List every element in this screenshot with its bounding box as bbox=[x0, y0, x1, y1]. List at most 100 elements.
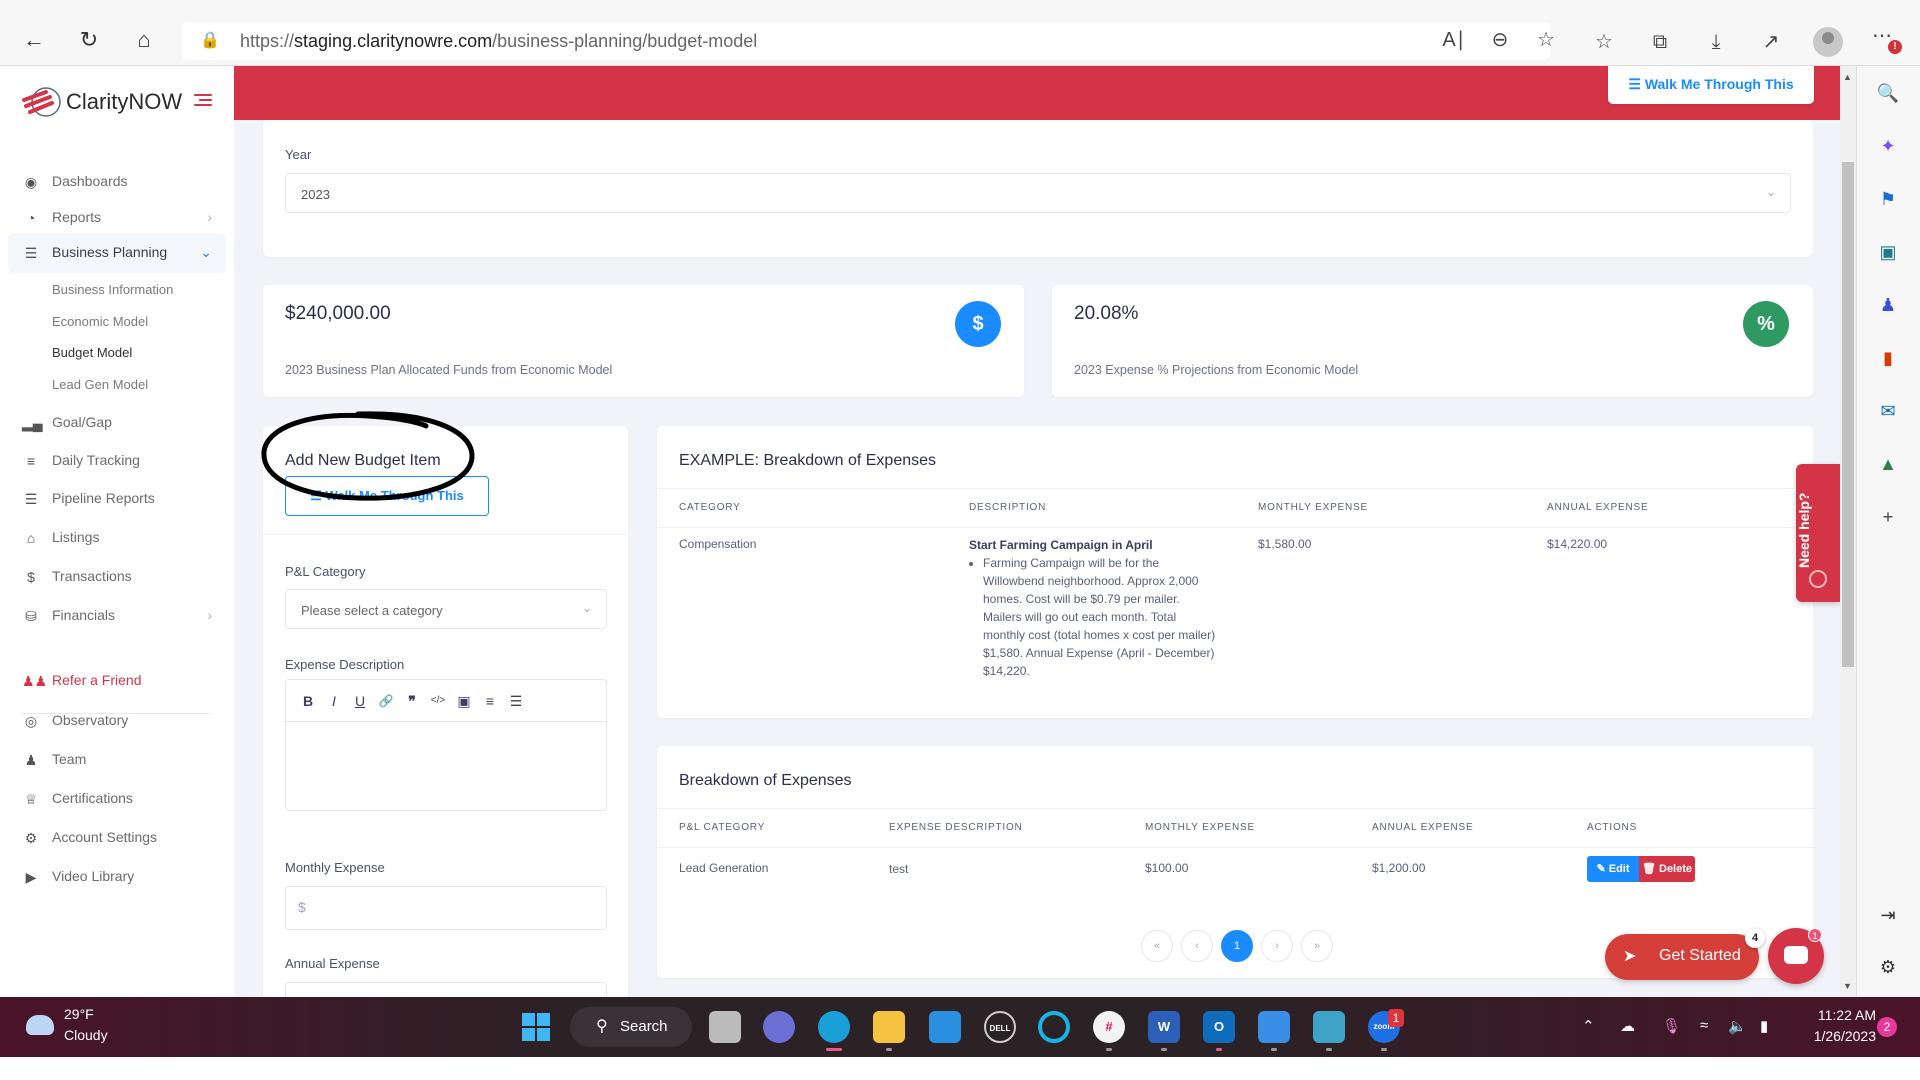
menu-toggle-icon[interactable] bbox=[194, 94, 212, 108]
sidebar-subitem-lead-gen-model[interactable]: Lead Gen Model bbox=[52, 377, 148, 392]
sidebar-subitem-economic-model[interactable]: Economic Model bbox=[52, 314, 148, 329]
sidebar-item-pipeline-reports[interactable]: ☰ Pipeline Reports bbox=[8, 479, 226, 519]
page-1-button[interactable]: 1 bbox=[1221, 930, 1253, 962]
link-icon[interactable]: 🔗 bbox=[376, 692, 396, 710]
sidebar-item-business-planning[interactable]: ☰ Business Planning ⌄ bbox=[8, 233, 226, 273]
share-icon[interactable]: ↗ bbox=[1757, 28, 1785, 56]
profile-icon[interactable] bbox=[1813, 27, 1843, 57]
zoom-out-icon[interactable]: ⊖ bbox=[1486, 26, 1514, 54]
weather-condition[interactable]: Cloudy bbox=[64, 1027, 108, 1043]
scroll-up-icon[interactable]: ▲ bbox=[1843, 72, 1852, 82]
chevron-up-icon[interactable]: ⌃ bbox=[1582, 1017, 1595, 1035]
sidebar-item-reports[interactable]: ◔ Reports › bbox=[8, 198, 226, 238]
get-started-button[interactable]: ➤ Get Started 4 bbox=[1605, 928, 1765, 980]
first-page-button[interactable]: « bbox=[1141, 930, 1173, 962]
outlook-icon[interactable]: ✉ bbox=[1875, 398, 1901, 424]
sidebar-item-refer-a-friend[interactable]: ♟♟ Refer a Friend bbox=[8, 661, 226, 701]
downloads-icon[interactable]: ⤓ bbox=[1702, 28, 1730, 56]
shopping-tag-icon[interactable]: ⚑ bbox=[1875, 186, 1901, 212]
read-aloud-icon[interactable]: A∣ bbox=[1440, 26, 1468, 54]
sidebar-item-video-library[interactable]: ▶ Video Library bbox=[8, 857, 226, 897]
taskbar-search[interactable]: ⚲ Search bbox=[570, 1007, 692, 1047]
clock-date[interactable]: 1/26/2023 bbox=[1796, 1028, 1876, 1044]
office-icon[interactable]: ▮ bbox=[1875, 345, 1901, 371]
image-icon[interactable]: ▣ bbox=[454, 692, 474, 710]
tree-icon[interactable]: ▲ bbox=[1875, 451, 1901, 477]
scrollbar-thumb[interactable] bbox=[1842, 162, 1854, 667]
games-icon[interactable]: ♟ bbox=[1875, 292, 1901, 318]
volume-icon[interactable]: 🔈 bbox=[1728, 1017, 1747, 1035]
walk-me-through-button[interactable]: ☰ Walk Me Through This bbox=[285, 476, 489, 516]
chat-button[interactable]: 1 bbox=[1768, 928, 1824, 984]
refresh-icon[interactable]: ↻ bbox=[73, 24, 105, 56]
next-page-button[interactable]: › bbox=[1261, 930, 1293, 962]
edit-button[interactable]: ✎ Edit bbox=[1587, 856, 1639, 882]
cortana-icon[interactable] bbox=[1038, 1011, 1070, 1043]
outlook-icon[interactable]: O bbox=[1203, 1011, 1235, 1043]
slack-icon[interactable]: # bbox=[1093, 1011, 1125, 1043]
tools-icon[interactable]: ▣ bbox=[1875, 239, 1901, 265]
page-scrollbar[interactable]: ▲ ▼ bbox=[1840, 66, 1856, 997]
teams-chat-icon[interactable] bbox=[763, 1011, 795, 1043]
sidebar-subitem-business-information[interactable]: Business Information bbox=[52, 282, 173, 297]
sidebar-item-observatory[interactable]: ◎ Observatory bbox=[8, 701, 226, 741]
wifi-icon[interactable]: ≈ bbox=[1700, 1017, 1708, 1034]
sidebar-item-financials[interactable]: ⛁ Financials › bbox=[8, 596, 226, 636]
last-page-button[interactable]: » bbox=[1301, 930, 1333, 962]
walk-me-through-button[interactable]: ☰ Walk Me Through This bbox=[1608, 66, 1814, 104]
notepad-icon[interactable] bbox=[1313, 1011, 1345, 1043]
notification-badge[interactable]: 2 bbox=[1877, 1017, 1897, 1037]
home-icon[interactable]: ⌂ bbox=[128, 24, 160, 56]
clock-time[interactable]: 11:22 AM bbox=[1806, 1007, 1876, 1023]
battery-icon[interactable]: ▮ bbox=[1760, 1017, 1768, 1035]
dell-icon[interactable]: DELL bbox=[984, 1011, 1016, 1043]
sidebar-subitem-budget-model[interactable]: Budget Model bbox=[52, 345, 132, 360]
weather-temperature[interactable]: 29°F bbox=[64, 1006, 94, 1022]
task-view-icon[interactable] bbox=[709, 1011, 741, 1043]
url-text[interactable]: https://staging.claritynowre.com/busines… bbox=[240, 31, 757, 52]
microphone-icon[interactable]: 🎙 bbox=[1662, 1017, 1681, 1035]
prev-page-button[interactable]: ‹ bbox=[1181, 930, 1213, 962]
sidebar-item-daily-tracking[interactable]: ≡ Daily Tracking bbox=[8, 441, 226, 481]
copilot-icon[interactable]: ✦ bbox=[1875, 133, 1901, 159]
lock-icon[interactable]: 🔒 bbox=[200, 30, 220, 50]
mail-icon[interactable] bbox=[929, 1011, 961, 1043]
bold-icon[interactable]: B bbox=[298, 692, 318, 710]
collections-icon[interactable]: ⧉ bbox=[1646, 28, 1674, 56]
monthly-expense-input[interactable]: $ bbox=[285, 886, 607, 930]
sidebar-item-team[interactable]: ♟ Team bbox=[8, 740, 226, 780]
split-screen-icon[interactable]: ⇥ bbox=[1875, 902, 1901, 928]
bullet-list-icon[interactable]: ☰ bbox=[506, 692, 526, 710]
word-icon[interactable]: W bbox=[1148, 1011, 1180, 1043]
add-icon[interactable]: + bbox=[1875, 504, 1901, 530]
add-favorite-icon[interactable]: ☆ bbox=[1532, 26, 1560, 54]
back-icon[interactable]: ← bbox=[18, 24, 50, 56]
code-icon[interactable]: </> bbox=[428, 692, 448, 710]
editor-content-area[interactable] bbox=[286, 723, 606, 811]
category-select[interactable]: Please select a category ⌄ bbox=[285, 589, 607, 629]
photos-icon[interactable] bbox=[1258, 1011, 1290, 1043]
file-explorer-icon[interactable] bbox=[873, 1011, 905, 1043]
quote-icon[interactable]: ❞ bbox=[402, 692, 422, 710]
windows-start-icon[interactable] bbox=[522, 1013, 550, 1041]
sidebar-item-account-settings[interactable]: ⚙ Account Settings bbox=[8, 818, 226, 858]
sidebar-item-goal-gap[interactable]: ▂▄ Goal/Gap bbox=[8, 403, 226, 443]
favorites-icon[interactable]: ☆ bbox=[1590, 28, 1618, 56]
onedrive-icon[interactable]: ☁ bbox=[1620, 1017, 1635, 1035]
settings-gear-icon[interactable]: ⚙ bbox=[1875, 954, 1901, 980]
need-help-tab[interactable]: Need help? bbox=[1796, 464, 1840, 602]
sidebar-item-transactions[interactable]: $ Transactions bbox=[8, 557, 226, 597]
underline-icon[interactable]: U bbox=[350, 692, 370, 710]
year-select[interactable]: 2023 ⌄ bbox=[285, 173, 1791, 213]
italic-icon[interactable]: I bbox=[324, 692, 344, 710]
ordered-list-icon[interactable]: ≡ bbox=[480, 692, 500, 710]
address-bar[interactable]: 🔒 https://staging.claritynowre.com/busin… bbox=[182, 22, 1555, 60]
sidebar-item-listings[interactable]: ⌂ Listings bbox=[8, 518, 226, 558]
delete-button[interactable]: 🗑 Delete bbox=[1639, 856, 1695, 882]
sidebar-item-dashboards[interactable]: ◉ Dashboards bbox=[8, 162, 226, 202]
scroll-down-icon[interactable]: ▼ bbox=[1843, 981, 1852, 991]
cloud-icon[interactable] bbox=[26, 1015, 54, 1035]
sidebar-item-certifications[interactable]: ♕ Certifications bbox=[8, 779, 226, 819]
annual-expense-input[interactable] bbox=[285, 982, 607, 997]
search-icon[interactable]: 🔍 bbox=[1875, 80, 1901, 106]
